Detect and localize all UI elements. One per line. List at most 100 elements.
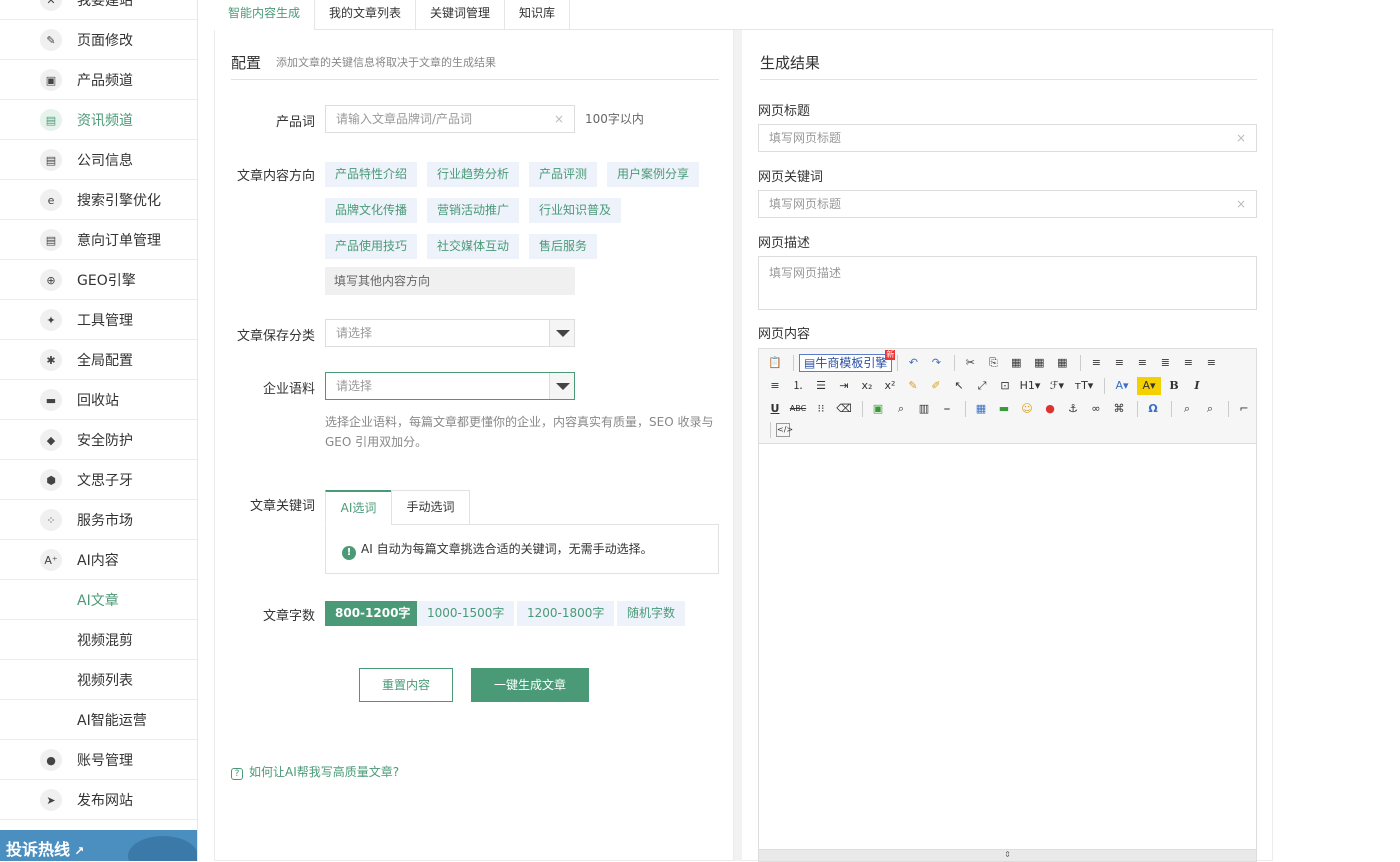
tab-keyword-management[interactable]: 关键词管理 (415, 0, 506, 30)
reset-button[interactable]: 重置内容 (359, 668, 453, 702)
font-color-icon[interactable]: A▾ (1110, 377, 1134, 395)
image-search-icon[interactable]: ⌕ (891, 400, 911, 418)
direction-chip[interactable]: 售后服务 (529, 234, 598, 259)
sidebar-item[interactable]: ◆ 安全防护 (0, 420, 197, 460)
tab-manual-keywords[interactable]: 手动选词 (391, 490, 470, 525)
wordcount-option[interactable]: 800-1200字 (325, 601, 421, 626)
highlight-icon[interactable]: A▾ (1137, 377, 1161, 395)
direction-chip[interactable]: 营销活动推广 (427, 198, 520, 223)
sidebar-item[interactable]: e 搜索引擎优化 (0, 180, 197, 220)
product-input[interactable]: 请输入文章品牌词/产品词 × (325, 105, 575, 133)
sidebar-item[interactable]: ➤ 发布网站 (0, 780, 197, 820)
unlink-icon[interactable]: ⌘ (1109, 400, 1129, 418)
font-family-icon[interactable]: ℱ▾ (1045, 377, 1069, 395)
bullet-list-icon[interactable]: ☰ (811, 377, 831, 395)
undo-icon[interactable]: ↶ (903, 354, 923, 372)
superscript-icon[interactable]: x² (880, 377, 900, 395)
direction-chip[interactable]: 社交媒体互动 (427, 234, 520, 259)
wordcount-option[interactable]: 随机字数 (617, 601, 686, 626)
heading-icon[interactable]: H1▾ (1018, 377, 1042, 395)
sidebar-item[interactable]: ▬ 回收站 (0, 380, 197, 420)
tab-ai-keywords[interactable]: AI选词 (325, 490, 392, 525)
direction-chip[interactable]: 行业趋势分析 (427, 162, 520, 187)
sidebar-item[interactable]: A⁺ AI内容 (0, 540, 197, 580)
direction-chip[interactable]: 产品特性介绍 (325, 162, 418, 187)
category-select[interactable]: 请选择 (325, 319, 575, 347)
direction-chip[interactable]: 行业知识普及 (529, 198, 622, 223)
hotline-banner[interactable]: 投诉热线 ↗ (0, 830, 197, 861)
tab-knowledge-base[interactable]: 知识库 (504, 0, 571, 30)
template-engine-button[interactable]: ▤牛商模板引擎新 (799, 350, 896, 372)
sidebar-item[interactable]: ✕ 我要建站 (0, 0, 197, 20)
sidebar-item[interactable]: ▣ 产品频道 (0, 60, 197, 100)
redo-icon[interactable]: ↷ (926, 354, 946, 372)
direction-chip[interactable]: 产品评测 (529, 162, 598, 187)
fullscreen-icon[interactable]: ⤢ (972, 377, 992, 395)
sidebar-item[interactable]: ✎ 页面修改 (0, 20, 197, 60)
underline-icon[interactable]: U (765, 400, 785, 418)
copy-icon[interactable]: ⎘ (983, 354, 1003, 372)
ordered-list-icon[interactable]: ⒈ (788, 377, 808, 395)
sidebar-item[interactable]: AI智能运营 (0, 700, 197, 740)
video-icon[interactable]: ▥ (914, 400, 934, 418)
paste-icon[interactable]: ▦ (1006, 354, 1026, 372)
image-icon[interactable]: ▣ (868, 400, 888, 418)
cut-icon[interactable]: ✂ (960, 354, 980, 372)
description-textarea[interactable]: 填写网页描述 (758, 256, 1257, 310)
italic-icon[interactable]: I (1187, 377, 1207, 395)
html-source-icon[interactable]: </> (776, 423, 793, 437)
sidebar-item[interactable]: ▤ 资讯频道 (0, 100, 197, 140)
insert-code-icon[interactable]: ▬ (994, 400, 1014, 418)
link-icon[interactable]: ∞ (1086, 400, 1106, 418)
sidebar-item[interactable]: 视频列表 (0, 660, 197, 700)
direction-chip[interactable]: 产品使用技巧 (325, 234, 418, 259)
clear-icon[interactable]: × (1236, 125, 1246, 151)
help-link[interactable]: ? 如何让AI帮我写高质量文章? (231, 763, 399, 780)
tab-my-articles[interactable]: 我的文章列表 (314, 0, 417, 30)
bold-icon[interactable]: B (1164, 377, 1184, 395)
page-title-input[interactable]: 填写网页标题 × (758, 124, 1257, 152)
line-height-icon[interactable]: ≡ (765, 377, 785, 395)
align-left-icon[interactable]: ≡ (1086, 354, 1106, 372)
resize-handle[interactable]: ⇕ (759, 849, 1256, 861)
clear-icon[interactable]: × (1236, 191, 1246, 217)
clear-icon[interactable]: × (554, 106, 564, 132)
subscript-icon[interactable]: x₂ (857, 377, 877, 395)
horizontal-line-icon[interactable]: ⁝⁝ (811, 400, 831, 418)
direction-chip[interactable]: 品牌文化传播 (325, 198, 418, 223)
wordcount-option[interactable]: 1200-1800字 (517, 601, 615, 626)
select-all-icon[interactable]: ↖ (949, 377, 969, 395)
editor-content-area[interactable] (759, 444, 1256, 849)
page-break-icon[interactable]: ⌐ (1234, 400, 1254, 418)
preview-icon[interactable]: ⊡ (995, 377, 1015, 395)
sidebar-item[interactable]: AI文章 (0, 580, 197, 620)
other-direction-input[interactable]: 填写其他内容方向 (325, 267, 575, 295)
search-icon[interactable]: ⌕ (1177, 400, 1197, 418)
paste-word-icon[interactable]: ▦ (1052, 354, 1072, 372)
emoji-icon[interactable]: ☺ (1017, 400, 1037, 418)
generate-button[interactable]: 一键生成文章 (471, 668, 589, 702)
chevron-down-icon[interactable] (549, 320, 574, 346)
replace-icon[interactable]: ⌕ (1200, 400, 1220, 418)
source-icon[interactable]: 📋 (765, 354, 785, 372)
insert-row-icon[interactable]: ⇥ (834, 377, 854, 395)
wordcount-option[interactable]: 1000-1500字 (417, 601, 515, 626)
attachment-icon[interactable]: ⎯ (937, 400, 957, 418)
indent-icon[interactable]: ≡ (1178, 354, 1198, 372)
sidebar-item[interactable]: ⬢ 文思子牙 (0, 460, 197, 500)
sidebar-item[interactable]: ✱ 全局配置 (0, 340, 197, 380)
font-size-icon[interactable]: тT▾ (1072, 377, 1096, 395)
map-icon[interactable]: ● (1040, 400, 1060, 418)
outdent-icon[interactable]: ≡ (1201, 354, 1221, 372)
sidebar-item[interactable]: ⊕ GEO引擎 (0, 260, 197, 300)
keywords-input[interactable]: 填写网页标题 × (758, 190, 1257, 218)
rich-text-editor[interactable]: 📋 ▤牛商模板引擎新 ↶ ↷ ✂ ⎘ ▦ ▦ ▦ ≡ ≡ ≡ ≣ ≡ ≡ ≡ ⒈… (758, 348, 1257, 862)
direction-chip[interactable]: 用户案例分享 (607, 162, 700, 187)
sidebar-item[interactable]: ▤ 公司信息 (0, 140, 197, 180)
anchor-icon[interactable]: ⚓ (1063, 400, 1083, 418)
format-painter-icon[interactable]: ✐ (926, 377, 946, 395)
align-center-icon[interactable]: ≡ (1109, 354, 1129, 372)
sidebar-item[interactable]: ✦ 工具管理 (0, 300, 197, 340)
paste-text-icon[interactable]: ▦ (1029, 354, 1049, 372)
tab-smart-generate[interactable]: 智能内容生成 (213, 0, 316, 30)
